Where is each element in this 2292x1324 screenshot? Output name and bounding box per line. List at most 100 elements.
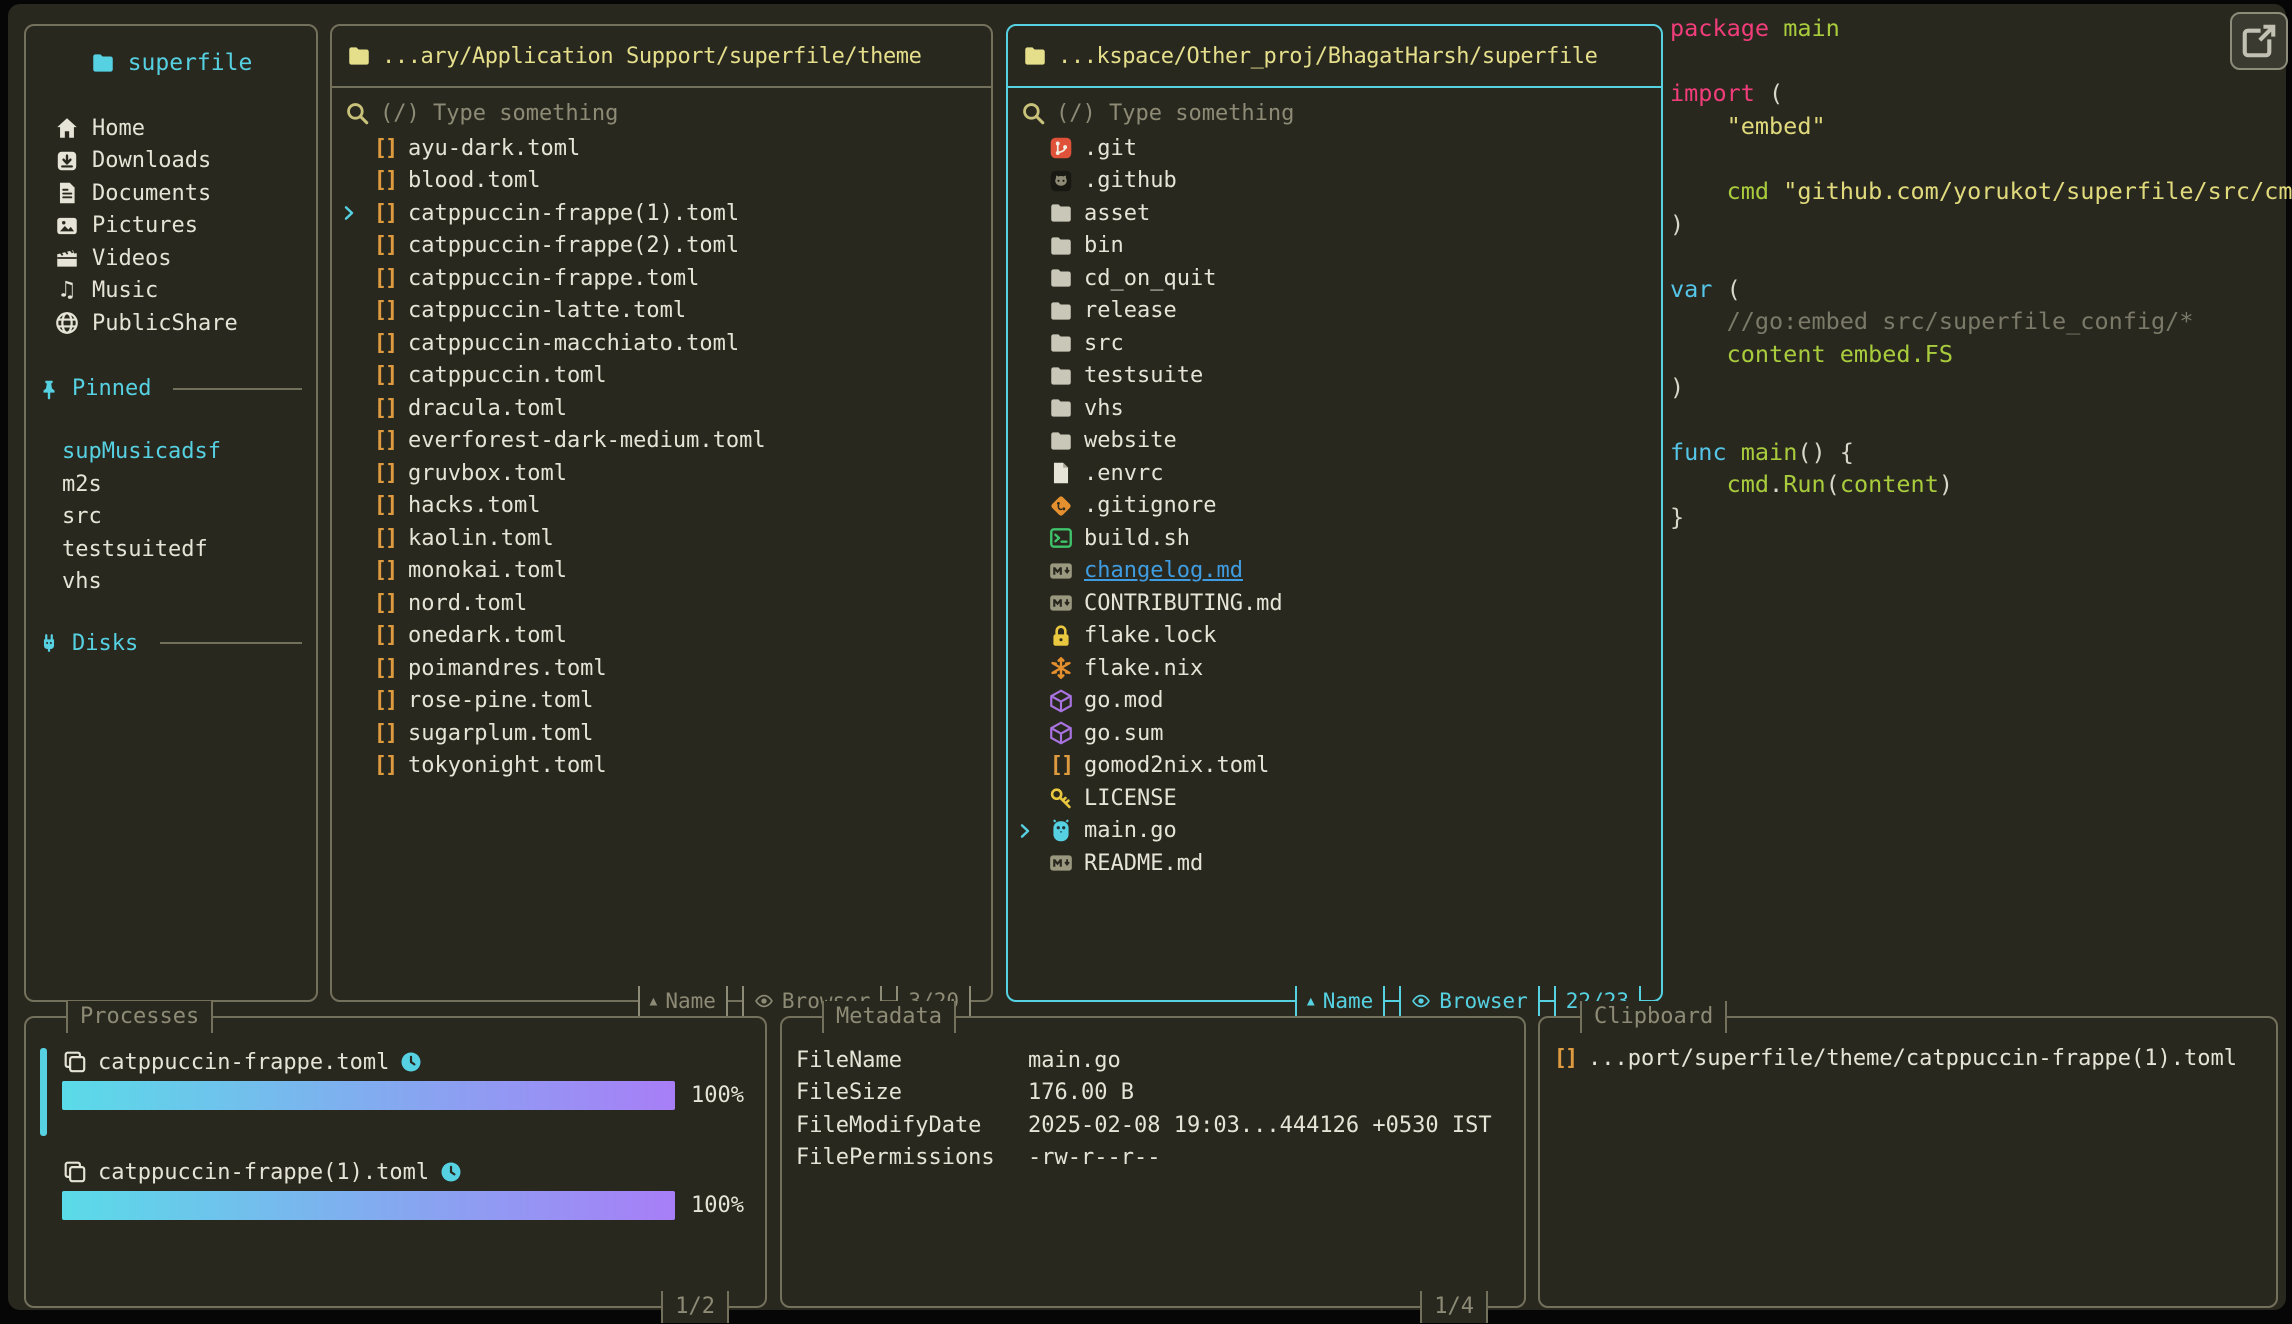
file-row[interactable]: []gomod2nix.toml <box>1008 750 1661 783</box>
file-row[interactable]: flake.nix <box>1008 652 1661 685</box>
code-token: package <box>1670 14 1783 42</box>
file-row[interactable]: []nord.toml <box>332 587 991 620</box>
file-row[interactable]: testsuite <box>1008 360 1661 393</box>
file-row[interactable]: LICENSE <box>1008 782 1661 815</box>
file-row[interactable]: []catppuccin-frappe(2).toml <box>332 230 991 263</box>
sidebar-item-downloads[interactable]: Downloads <box>26 145 316 178</box>
sidebar-item-videos[interactable]: Videos <box>26 242 316 275</box>
sidebar-item-publicshare[interactable]: PublicShare <box>26 307 316 340</box>
file-row[interactable]: []poimandres.toml <box>332 652 991 685</box>
file-type-icon <box>1048 590 1074 616</box>
file-row[interactable]: []catppuccin-latte.toml <box>332 295 991 328</box>
code-token: func <box>1670 438 1741 466</box>
panel-title: Clipboard <box>1580 1001 1727 1033</box>
pinned-section-header: Pinned <box>26 372 316 406</box>
file-row[interactable]: src <box>1008 327 1661 360</box>
pinned-item-src[interactable]: src <box>26 501 316 534</box>
file-row[interactable]: changelog.md <box>1008 555 1661 588</box>
file-row[interactable]: .gitignore <box>1008 490 1661 523</box>
file-row[interactable]: []monokai.toml <box>332 555 991 588</box>
file-row[interactable]: []everforest-dark-medium.toml <box>332 425 991 458</box>
code-line: } <box>1670 501 2292 534</box>
sidebar-item-music[interactable]: ♫Music <box>26 275 316 308</box>
file-name: kaolin.toml <box>408 526 554 551</box>
file-row[interactable]: .git <box>1008 132 1661 165</box>
file-row[interactable]: []catppuccin-macchiato.toml <box>332 327 991 360</box>
code-token: ) <box>1670 210 1684 238</box>
process-item[interactable]: catppuccin-frappe.toml100% <box>62 1046 747 1110</box>
code-token: . <box>1769 470 1783 498</box>
view-mode-segment[interactable]: Browser <box>1399 986 1540 1016</box>
pinned-item-label: supMusicadsf <box>62 439 221 464</box>
code-line <box>1670 403 2292 436</box>
file-row[interactable]: []blood.toml <box>332 165 991 198</box>
file-name: go.sum <box>1084 721 1163 746</box>
file-row[interactable]: []onedark.toml <box>332 620 991 653</box>
sort-segment[interactable]: ▲Name <box>638 986 728 1016</box>
external-link-icon[interactable] <box>2230 12 2288 70</box>
file-row[interactable]: []catppuccin-frappe(1).toml <box>332 197 991 230</box>
file-row[interactable]: .github <box>1008 165 1661 198</box>
file-name: blood.toml <box>408 168 540 193</box>
file-row[interactable]: []hacks.toml <box>332 490 991 523</box>
file-name: build.sh <box>1084 526 1190 551</box>
file-row[interactable]: []rose-pine.toml <box>332 685 991 718</box>
file-row[interactable]: flake.lock <box>1008 620 1661 653</box>
code-token: main <box>1783 14 1840 42</box>
file-type-icon <box>1048 233 1074 259</box>
file-row[interactable]: main.go <box>1008 815 1661 848</box>
file-row[interactable]: README.md <box>1008 847 1661 880</box>
file-row[interactable]: asset <box>1008 197 1661 230</box>
sort-segment[interactable]: ▲Name <box>1295 986 1385 1016</box>
file-row[interactable]: []ayu-dark.toml <box>332 132 991 165</box>
file-name: CONTRIBUTING.md <box>1084 591 1283 616</box>
search-input[interactable]: (/) Type something <box>1020 96 1651 130</box>
file-row[interactable]: [] kaolin.toml <box>332 522 991 555</box>
sidebar-item-documents[interactable]: Documents <box>26 177 316 210</box>
file-row[interactable]: vhs <box>1008 392 1661 425</box>
file-row[interactable]: go.mod <box>1008 685 1661 718</box>
clipboard-item[interactable]: []...port/superfile/theme/catppuccin-fra… <box>1540 1042 2276 1075</box>
file-list: .git .githubassetbincd_on_quitreleasesrct… <box>1008 132 1661 880</box>
metadata-value: -rw-r--r-- <box>1028 1145 1510 1170</box>
pinned-item-vhs[interactable]: vhs <box>26 566 316 599</box>
file-row[interactable]: bin <box>1008 230 1661 263</box>
file-row[interactable]: []sugarplum.toml <box>332 717 991 750</box>
file-type-icon: [] <box>372 591 398 616</box>
file-row[interactable]: CONTRIBUTING.md <box>1008 587 1661 620</box>
pinned-item-supMusicadsf[interactable]: supMusicadsf <box>26 436 316 469</box>
panel-title: Processes <box>66 1001 213 1033</box>
file-name: .git <box>1084 136 1137 161</box>
chevron-right-icon <box>340 204 358 222</box>
file-list: []ayu-dark.toml[]blood.toml[]catppuccin-… <box>332 132 991 782</box>
file-type-icon <box>1048 428 1074 454</box>
file-row[interactable]: []catppuccin.toml <box>332 360 991 393</box>
sidebar-item-label: Music <box>92 278 158 303</box>
search-input[interactable]: (/) Type something <box>344 96 981 130</box>
file-row[interactable]: []tokyonight.toml <box>332 750 991 783</box>
file-type-icon <box>1048 395 1074 421</box>
file-row[interactable]: build.sh <box>1008 522 1661 555</box>
file-row[interactable]: website <box>1008 425 1661 458</box>
file-row[interactable]: []catppuccin-frappe.toml <box>332 262 991 295</box>
sidebar-item-label: Documents <box>92 181 211 206</box>
file-name: website <box>1084 428 1177 453</box>
pinned-item-testsuitedf[interactable]: testsuitedf <box>26 533 316 566</box>
file-row[interactable]: release <box>1008 295 1661 328</box>
file-type-icon <box>1048 688 1074 714</box>
file-row[interactable]: []dracula.toml <box>332 392 991 425</box>
pinned-section-label: Pinned <box>72 376 151 401</box>
pinned-item-m2s[interactable]: m2s <box>26 468 316 501</box>
file-row[interactable]: .envrc <box>1008 457 1661 490</box>
file-row[interactable]: cd_on_quit <box>1008 262 1661 295</box>
sidebar-item-home[interactable]: Home <box>26 112 316 145</box>
search-icon <box>344 100 370 126</box>
file-row[interactable]: []gruvbox.toml <box>332 457 991 490</box>
file-type-icon <box>1048 298 1074 324</box>
file-type-icon: [] <box>372 526 398 551</box>
sort-asc-icon: ▲ <box>1307 994 1315 1009</box>
file-panel-theme: ...ary/Application Support/superfile/the… <box>330 24 993 1002</box>
sidebar-item-pictures[interactable]: Pictures <box>26 210 316 243</box>
process-item[interactable]: catppuccin-frappe(1).toml100% <box>62 1156 747 1220</box>
file-row[interactable]: go.sum <box>1008 717 1661 750</box>
